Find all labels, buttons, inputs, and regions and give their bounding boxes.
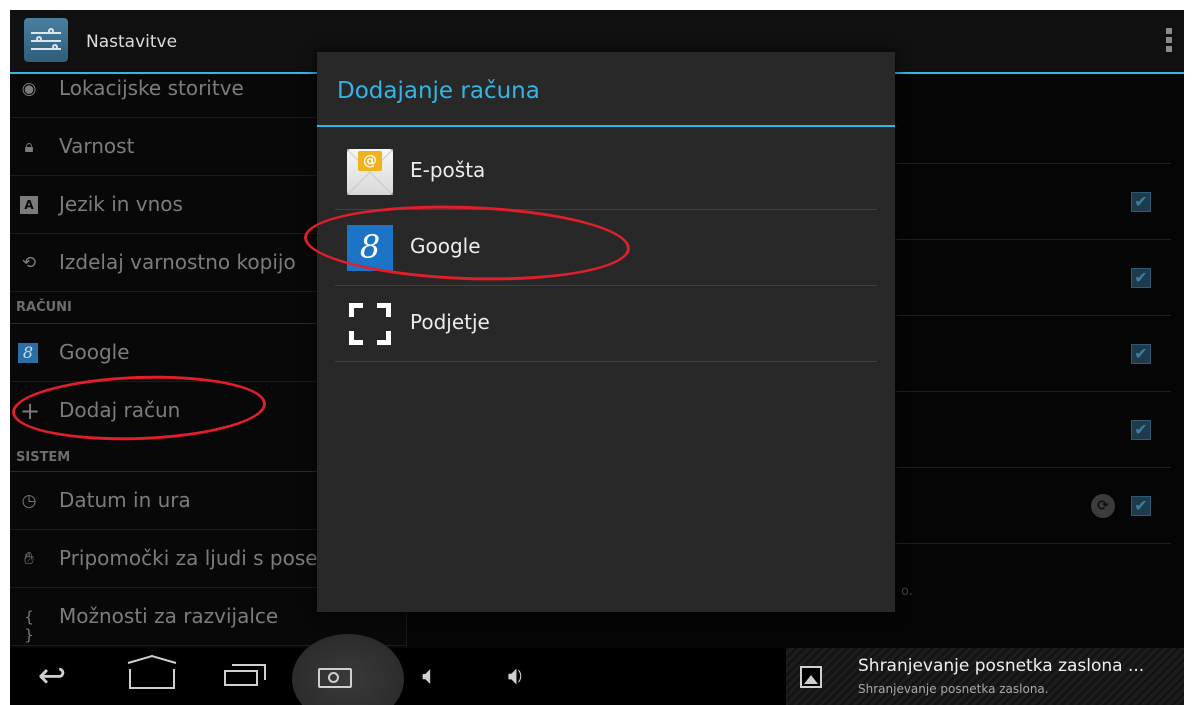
sync-checkbox[interactable]: ✔ bbox=[1131, 420, 1151, 440]
settings-item-label: Izdelaj varnostno kopijo bbox=[59, 250, 296, 274]
backup-icon: ⟲ bbox=[21, 253, 37, 273]
google-icon: 8 bbox=[18, 343, 38, 363]
settings-item-label: Google bbox=[59, 340, 130, 364]
add-account-dialog: Dodajanje računa @ E-pošta 8 Google Podj… bbox=[317, 52, 895, 612]
clock-icon: ◷ bbox=[21, 491, 37, 511]
sync-icon: ⟳ bbox=[1091, 494, 1115, 518]
account-option-email[interactable]: @ E-pošta bbox=[335, 134, 877, 210]
volume-down-icon[interactable]: 🔈︎ bbox=[408, 648, 452, 705]
notification-subtitle: Shranjevanje posnetka zaslona. bbox=[858, 682, 1049, 696]
exchange-icon bbox=[347, 301, 393, 347]
sync-checkbox[interactable]: ✔ bbox=[1131, 268, 1151, 288]
screenshot-notification[interactable]: Shranjevanje posnetka zaslona ... Shranj… bbox=[786, 648, 1184, 705]
notification-title: Shranjevanje posnetka zaslona ... bbox=[858, 656, 1145, 676]
settings-item-label: Datum in ura bbox=[59, 488, 191, 512]
sync-checkbox[interactable]: ✔ bbox=[1131, 192, 1151, 212]
app-title: Nastavitve bbox=[86, 32, 178, 52]
settings-item-label: Varnost bbox=[59, 134, 135, 158]
sync-checkbox[interactable]: ✔ bbox=[1131, 496, 1151, 516]
settings-item-label: Lokacijske storitve bbox=[59, 76, 244, 100]
lock-icon: 🔒︎ bbox=[24, 137, 34, 157]
account-option-label: E-pošta bbox=[410, 158, 486, 182]
image-icon bbox=[800, 666, 822, 688]
braces-icon: { } bbox=[24, 608, 34, 644]
settings-item-label: Jezik in vnos bbox=[59, 192, 183, 216]
navigation-bar: ↩ 🔈︎ 🔉︎ Shranjevanje posnetka zaslona ..… bbox=[10, 634, 1184, 705]
location-icon: ◉ bbox=[21, 79, 37, 99]
volume-up-icon[interactable]: 🔉︎ bbox=[494, 648, 538, 705]
keyboard-icon: A bbox=[20, 196, 38, 214]
home-icon[interactable] bbox=[122, 648, 182, 705]
account-option-label: Podjetje bbox=[410, 310, 490, 334]
screenshot-icon[interactable] bbox=[316, 648, 356, 705]
overflow-menu-icon[interactable] bbox=[1166, 28, 1174, 58]
panel-hint-text: o. bbox=[901, 584, 913, 599]
account-option-exchange[interactable]: Podjetje bbox=[335, 286, 877, 362]
sync-checkbox[interactable]: ✔ bbox=[1131, 344, 1151, 364]
dialog-title: Dodajanje računa bbox=[337, 78, 540, 104]
hand-icon: ✋︎ bbox=[24, 549, 34, 569]
email-icon: @ bbox=[347, 149, 393, 195]
recent-apps-icon[interactable] bbox=[220, 648, 270, 705]
tablet-screen: Nastavitve ◉ Lokacijske storitve 🔒︎ Varn… bbox=[10, 10, 1184, 705]
settings-item-label: Možnosti za razvijalce bbox=[59, 604, 279, 628]
dialog-divider bbox=[317, 125, 895, 127]
settings-sliders-icon[interactable] bbox=[24, 18, 68, 62]
back-icon[interactable]: ↩ bbox=[22, 648, 82, 705]
